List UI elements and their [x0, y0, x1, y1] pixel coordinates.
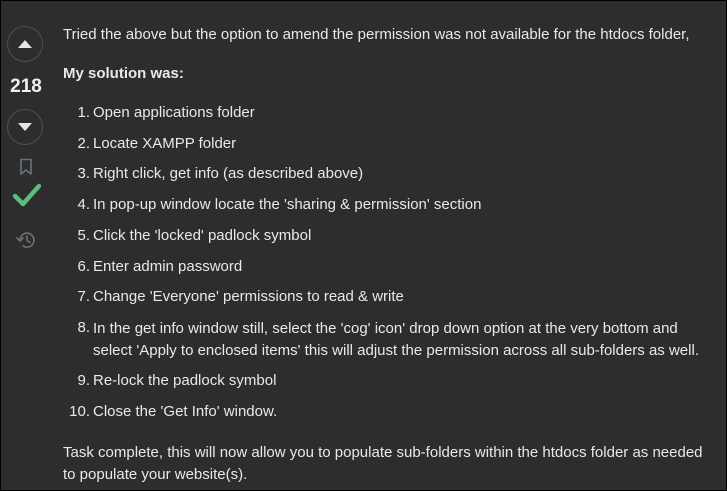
upvote-button[interactable] [7, 26, 43, 62]
step-number: 3. [77, 165, 90, 182]
step-number: 4. [77, 196, 90, 213]
chevron-up-icon [18, 40, 32, 48]
step-number: 1. [77, 104, 90, 121]
vote-score: 218 [10, 76, 42, 97]
step-text: Close the 'Get Info' window. [93, 403, 278, 420]
step-number: 9. [77, 372, 90, 389]
vote-cell: 218 [1, 1, 53, 490]
chevron-down-icon [18, 123, 32, 131]
answer-panel: 218 Tried the above but the option to am… [0, 0, 727, 491]
step-text: Right click, get info (as described abov… [93, 165, 364, 182]
step-number: 8. [77, 319, 90, 336]
step-number: 7. [77, 288, 90, 305]
history-icon[interactable] [15, 230, 37, 250]
bookmark-icon[interactable] [19, 158, 33, 176]
step-number: 2. [77, 135, 90, 152]
step-number: 10. [69, 403, 90, 420]
step-text: Re-lock the padlock symbol [93, 372, 277, 389]
step-text: Change 'Everyone' permissions to read & … [93, 288, 404, 305]
step-text: Click the 'locked' padlock symbol [93, 227, 312, 244]
step-text: In the get info window still, select the… [93, 320, 699, 359]
step-number: 5. [77, 227, 90, 244]
step-text: In pop-up window locate the 'sharing & p… [93, 196, 482, 213]
conclusion-paragraph: Task complete, this will now allow you t… [63, 444, 703, 483]
step-text: Open applications folder [93, 104, 255, 121]
intro-paragraph: Tried the above but the option to amend … [63, 26, 690, 43]
solution-heading: My solution was: [63, 65, 184, 82]
downvote-button[interactable] [7, 109, 43, 145]
step-text: Locate XAMPP folder [93, 135, 237, 152]
checkmark-icon [13, 183, 41, 207]
step-text: Enter admin password [93, 258, 243, 275]
step-number: 6. [77, 258, 90, 275]
